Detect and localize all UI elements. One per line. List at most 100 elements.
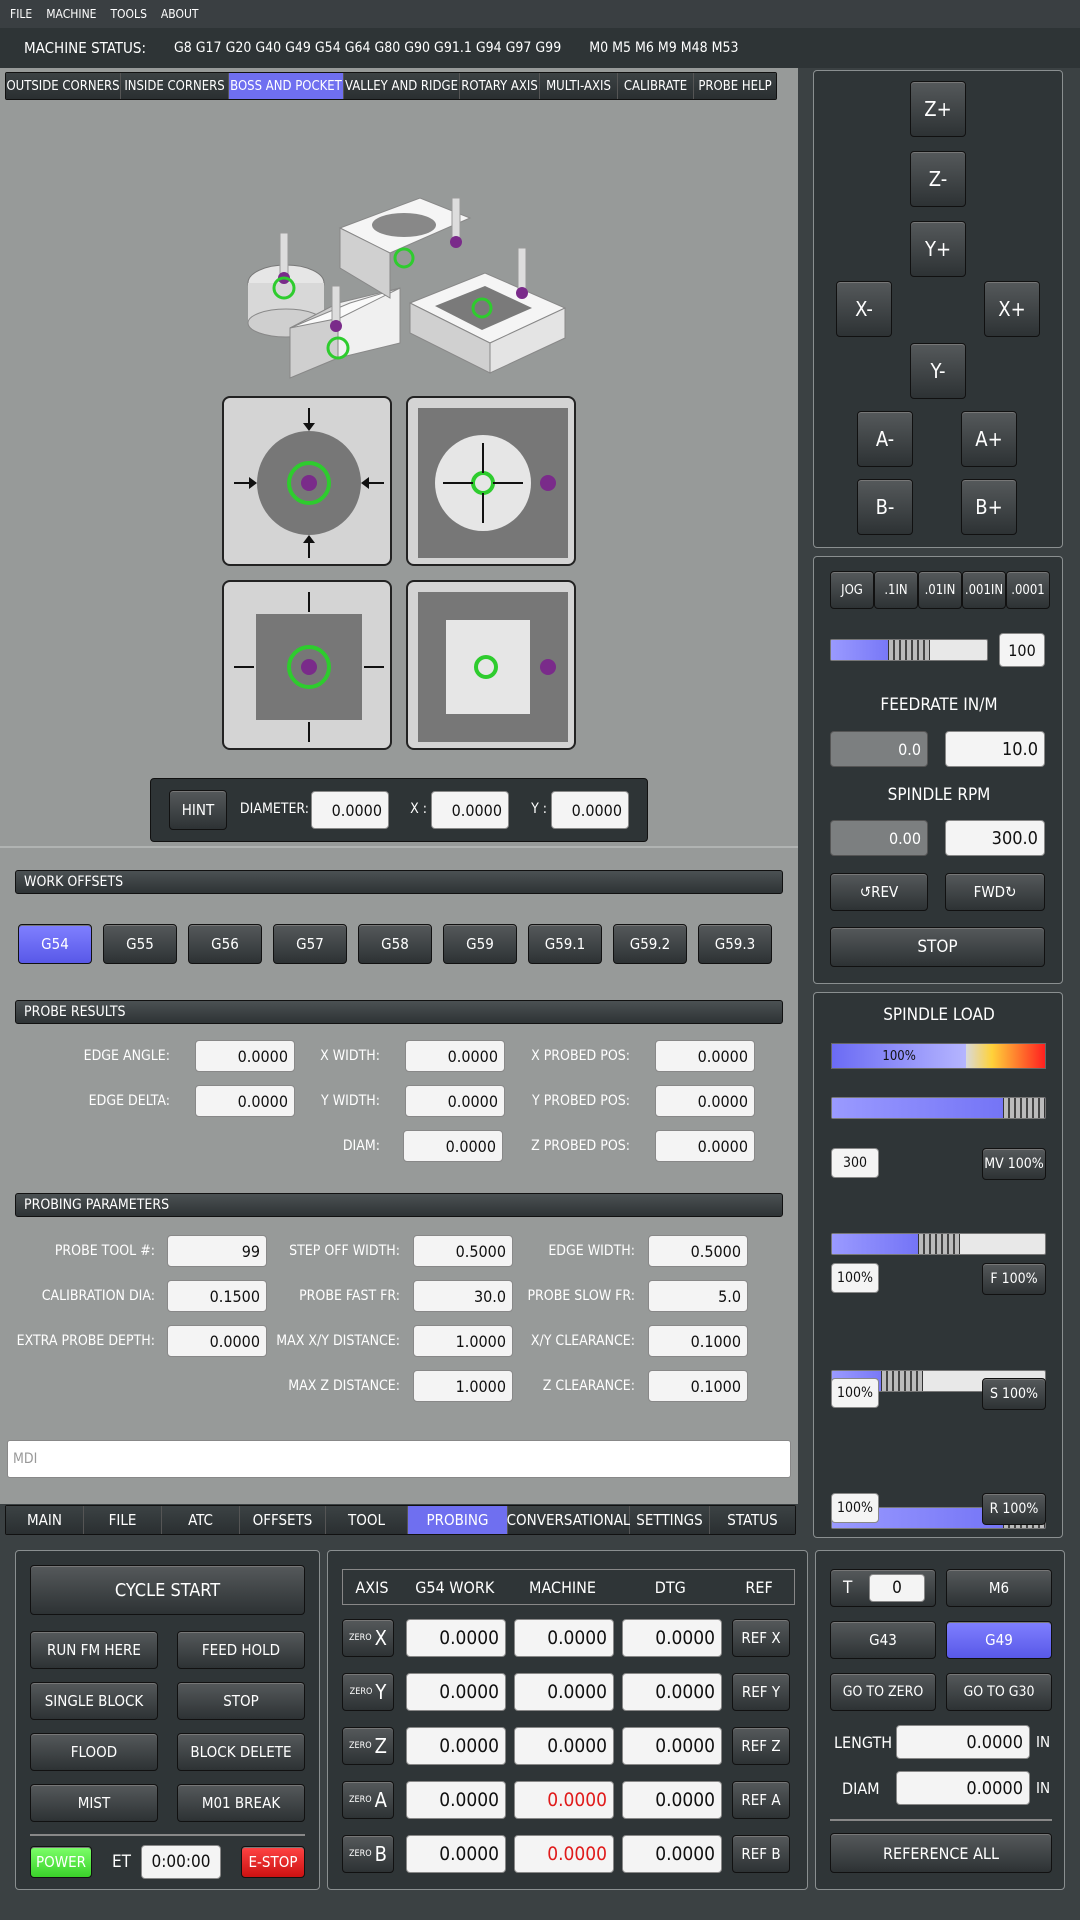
menu-machine[interactable]: MACHINE: [46, 7, 96, 21]
boss-rect-option[interactable]: [222, 580, 392, 750]
tab-file[interactable]: FILE: [84, 1506, 162, 1534]
tab-conversational[interactable]: CONVERSATIONAL: [507, 1506, 630, 1534]
g49-button[interactable]: G49: [946, 1621, 1052, 1659]
z-probed-value[interactable]: 0.0000: [655, 1130, 755, 1162]
offset-g59-2[interactable]: G59.2: [613, 924, 687, 964]
jog-z-plus-button[interactable]: Z+: [910, 81, 966, 137]
feed-override-100-button[interactable]: F 100%: [982, 1263, 1046, 1295]
spindle-stop-button[interactable]: STOP: [830, 927, 1045, 967]
tab-probe-help[interactable]: PROBE HELP: [694, 73, 776, 99]
flood-button[interactable]: FLOOD: [30, 1733, 158, 1771]
mv-slider[interactable]: [831, 1097, 1046, 1119]
m01-break-button[interactable]: M01 BREAK: [177, 1784, 305, 1822]
program-stop-button[interactable]: STOP: [177, 1682, 305, 1720]
inc-jog-button[interactable]: JOG: [830, 571, 874, 609]
jog-x-plus-button[interactable]: X+: [984, 281, 1040, 337]
ref-x-button[interactable]: REF X: [732, 1619, 790, 1657]
menu-about[interactable]: ABOUT: [161, 7, 199, 21]
e-stop-button[interactable]: E-STOP: [241, 1846, 305, 1878]
power-button[interactable]: POWER: [30, 1846, 92, 1878]
tab-status[interactable]: STATUS: [710, 1506, 795, 1534]
calibration-dia-input[interactable]: 0.1500: [167, 1280, 267, 1312]
y-probed-value[interactable]: 0.0000: [655, 1085, 755, 1117]
jog-y-plus-button[interactable]: Y+: [910, 221, 966, 277]
spindle-override-100-button[interactable]: S 100%: [982, 1378, 1046, 1410]
probe-tool-input[interactable]: 99: [167, 1235, 267, 1267]
jog-speed-value[interactable]: 100: [999, 633, 1045, 667]
spindle-override-knob[interactable]: [881, 1371, 924, 1391]
max-xy-distance-input[interactable]: 1.0000: [413, 1325, 513, 1357]
tab-outside-corners[interactable]: OUTSIDE CORNERS: [6, 73, 121, 99]
tab-tool[interactable]: TOOL: [326, 1506, 408, 1534]
max-z-distance-input[interactable]: 1.0000: [413, 1370, 513, 1402]
offset-g59-3[interactable]: G59.3: [698, 924, 772, 964]
feedrate-setpoint[interactable]: 10.0: [945, 731, 1045, 767]
tool-number-input[interactable]: 0: [869, 1574, 925, 1602]
boss-circle-option[interactable]: [222, 396, 392, 566]
tab-rotary-axis[interactable]: ROTARY AXIS: [460, 73, 540, 99]
tab-valley-and-ridge[interactable]: VALLEY AND RIDGE: [344, 73, 460, 99]
ref-y-button[interactable]: REF Y: [732, 1673, 790, 1711]
offset-g59[interactable]: G59: [443, 924, 517, 964]
offset-g59-1[interactable]: G59.1: [528, 924, 602, 964]
step-off-input[interactable]: 0.5000: [413, 1235, 513, 1267]
menu-tools[interactable]: TOOLS: [110, 7, 146, 21]
ref-b-button[interactable]: REF B: [732, 1835, 790, 1873]
y-input[interactable]: 0.0000: [551, 791, 629, 829]
jog-x-minus-button[interactable]: X-: [836, 281, 892, 337]
tab-calibrate[interactable]: CALIBRATE: [618, 73, 694, 99]
pocket-circle-option[interactable]: [406, 396, 576, 566]
tab-probing[interactable]: PROBING: [408, 1506, 508, 1534]
jog-b-minus-button[interactable]: B-: [857, 479, 913, 535]
g43-button[interactable]: G43: [830, 1621, 936, 1659]
feed-hold-button[interactable]: FEED HOLD: [177, 1631, 305, 1669]
x-width-value[interactable]: 0.0000: [405, 1040, 505, 1072]
menu-file[interactable]: FILE: [10, 7, 32, 21]
zero-z-button[interactable]: ZERO Z: [342, 1727, 394, 1765]
single-block-button[interactable]: SINGLE BLOCK: [30, 1682, 158, 1720]
probe-fast-fr-input[interactable]: 30.0: [413, 1280, 513, 1312]
run-from-here-button[interactable]: RUN FM HERE: [30, 1631, 158, 1669]
ref-a-button[interactable]: REF A: [732, 1781, 790, 1819]
mv-knob[interactable]: [1003, 1098, 1045, 1118]
offset-g54[interactable]: G54: [18, 924, 92, 964]
x-probed-value[interactable]: 0.0000: [655, 1040, 755, 1072]
cycle-start-button[interactable]: CYCLE START: [30, 1565, 305, 1615]
jog-y-minus-button[interactable]: Y-: [910, 343, 966, 399]
offset-g56[interactable]: G56: [188, 924, 262, 964]
offset-g58[interactable]: G58: [358, 924, 432, 964]
diam-value[interactable]: 0.0000: [403, 1130, 503, 1162]
tab-boss-and-pocket[interactable]: BOSS AND POCKET: [229, 73, 344, 99]
pocket-rect-option[interactable]: [406, 580, 576, 750]
jog-speed-slider[interactable]: [830, 639, 988, 661]
mist-button[interactable]: MIST: [30, 1784, 158, 1822]
feed-override-slider[interactable]: [831, 1233, 1046, 1255]
inc-0-1-button[interactable]: .1IN: [874, 571, 918, 609]
zero-y-button[interactable]: ZERO Y: [342, 1673, 394, 1711]
jog-b-plus-button[interactable]: B+: [961, 479, 1017, 535]
reference-all-button[interactable]: REFERENCE ALL: [830, 1833, 1052, 1873]
feed-override-knob[interactable]: [917, 1234, 960, 1254]
inc-0-01-button[interactable]: .01IN: [918, 571, 962, 609]
rapid-override-100-button[interactable]: R 100%: [982, 1493, 1046, 1525]
inc-0-001-button[interactable]: .001IN: [962, 571, 1006, 609]
spindle-rev-button[interactable]: ↺ REV: [830, 873, 928, 911]
go-to-g30-button[interactable]: GO TO G30: [946, 1673, 1052, 1711]
offset-g55[interactable]: G55: [103, 924, 177, 964]
spindle-rpm-setpoint[interactable]: 300.0: [945, 820, 1045, 856]
mv-100-button[interactable]: MV 100%: [982, 1148, 1046, 1180]
tab-multi-axis[interactable]: MULTI-AXIS: [540, 73, 618, 99]
hint-button[interactable]: HINT: [169, 790, 227, 830]
ref-z-button[interactable]: REF Z: [732, 1727, 790, 1765]
tab-main[interactable]: MAIN: [6, 1506, 84, 1534]
spindle-fwd-button[interactable]: FWD ↻: [945, 873, 1045, 911]
jog-speed-knob[interactable]: [888, 640, 930, 660]
x-input[interactable]: 0.0000: [431, 791, 509, 829]
jog-a-minus-button[interactable]: A-: [857, 411, 913, 467]
tab-settings[interactable]: SETTINGS: [630, 1506, 710, 1534]
y-width-value[interactable]: 0.0000: [405, 1085, 505, 1117]
tab-inside-corners[interactable]: INSIDE CORNERS: [121, 73, 229, 99]
z-clearance-input[interactable]: 0.1000: [648, 1370, 748, 1402]
m6-button[interactable]: M6: [946, 1569, 1052, 1607]
extra-probe-depth-input[interactable]: 0.0000: [167, 1325, 267, 1357]
